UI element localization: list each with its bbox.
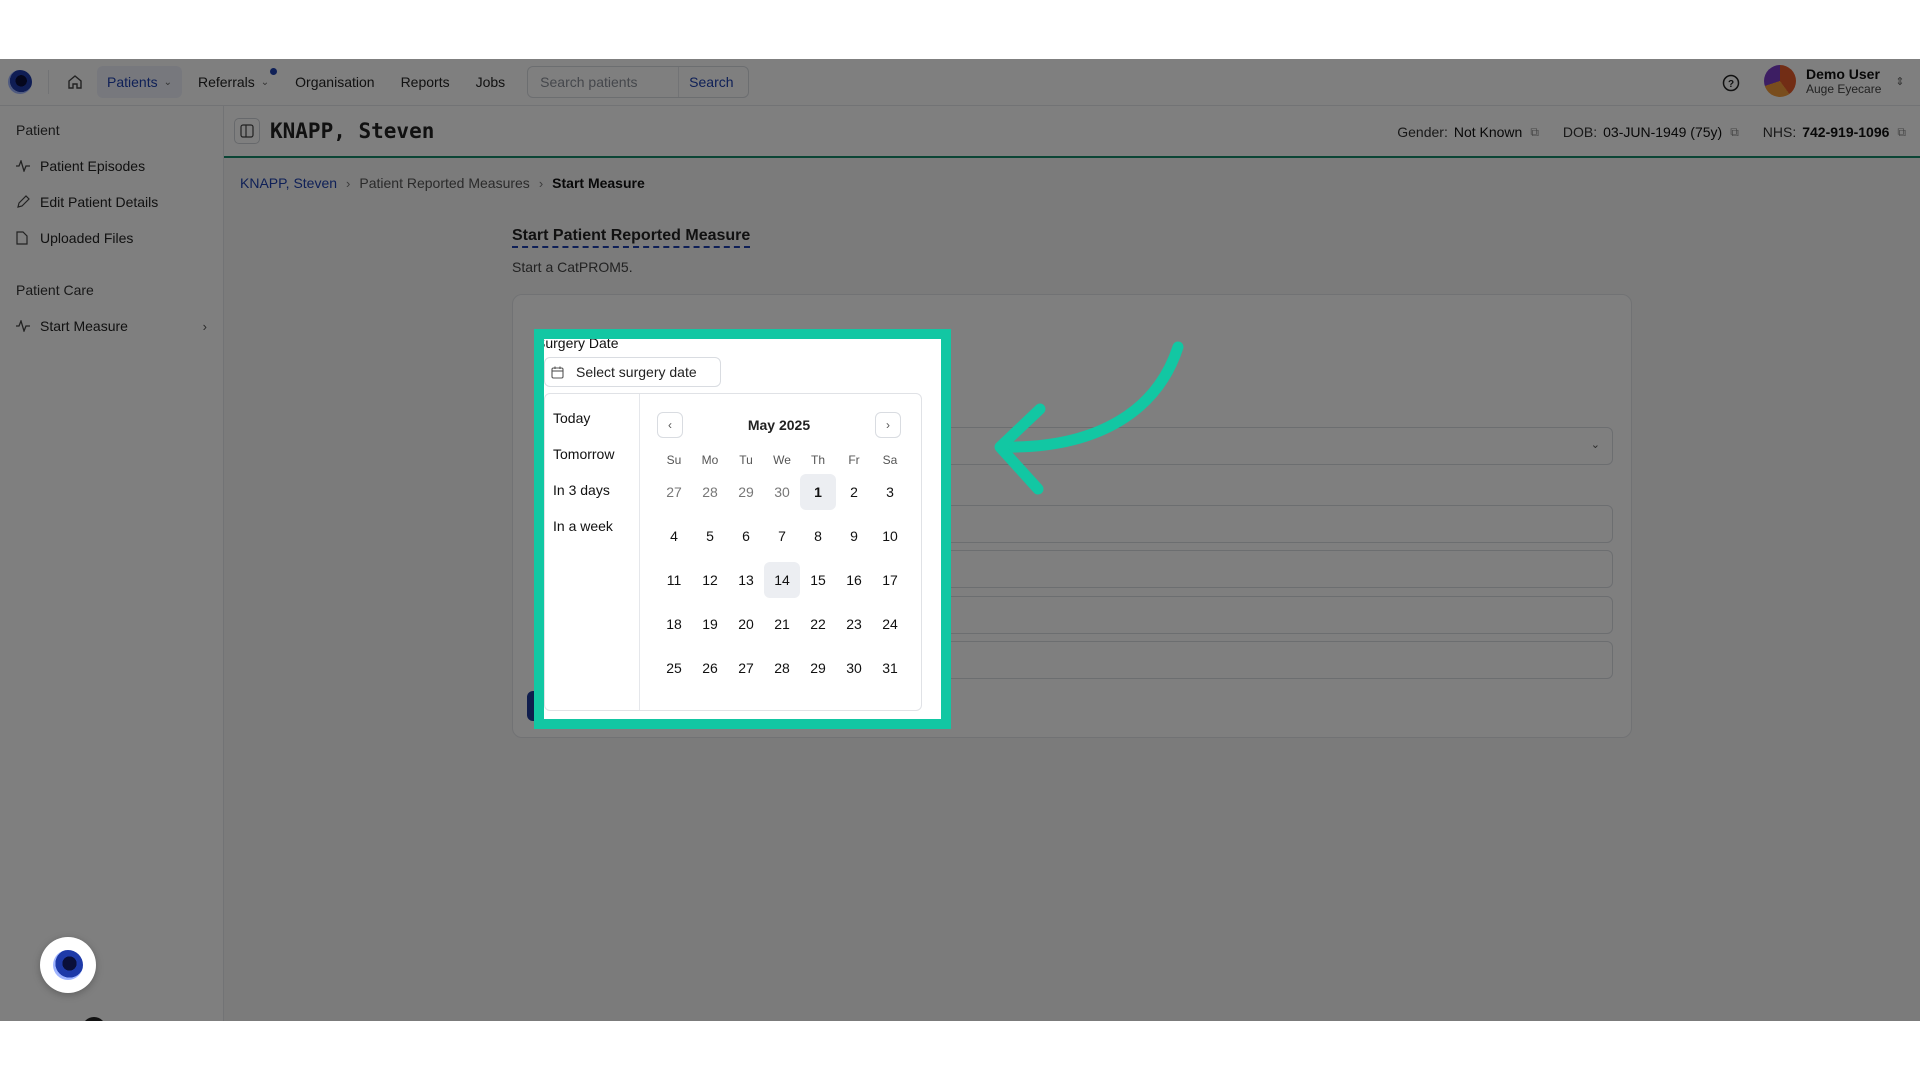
- weekday-label: Mo: [701, 453, 719, 467]
- weekday-label: Sa: [882, 453, 898, 467]
- weekday-label: Su: [666, 453, 682, 467]
- weekday-row: Su Mo Tu We Th Fr Sa: [656, 450, 908, 470]
- calendar-week: 25 26 27 28 29 30 31: [656, 646, 908, 690]
- surgery-date-label: Surgery Date: [536, 335, 619, 351]
- calendar-icon: [551, 366, 564, 379]
- app-frame: Patients ⌄ Referrals ⌄ Organisation Repo…: [0, 59, 1920, 1021]
- annotation-arrow-icon: [994, 341, 1184, 495]
- calendar-day[interactable]: 29: [728, 474, 764, 510]
- weekday-label: Th: [810, 453, 825, 467]
- calendar-day[interactable]: 27: [728, 650, 764, 686]
- calendar-day[interactable]: 14: [764, 562, 800, 598]
- calendar-header: ‹ May 2025 ›: [657, 412, 901, 438]
- calendar-day[interactable]: 25: [656, 650, 692, 686]
- preset-in-3-days[interactable]: In 3 days: [545, 472, 639, 508]
- calendar-day[interactable]: 7: [764, 518, 800, 554]
- calendar-day[interactable]: 10: [872, 518, 908, 554]
- calendar-day[interactable]: 16: [836, 562, 872, 598]
- calendar: ‹ May 2025 › Su Mo Tu We Th Fr Sa 27 28 29 30 1 2 3 4 5…: [641, 394, 923, 710]
- calendar-day[interactable]: 26: [692, 650, 728, 686]
- calendar-day[interactable]: 3: [872, 474, 908, 510]
- calendar-day[interactable]: 1: [800, 474, 836, 510]
- preset-tomorrow[interactable]: Tomorrow: [545, 436, 639, 472]
- calendar-day[interactable]: 11: [656, 562, 692, 598]
- assistant-widget[interactable]: [40, 937, 96, 993]
- calendar-day[interactable]: 31: [872, 650, 908, 686]
- submit-button-edge: [544, 721, 586, 725]
- highlight-box: Surgery Date Select surgery date Today T…: [534, 329, 951, 729]
- calendar-day[interactable]: 9: [836, 518, 872, 554]
- calendar-day[interactable]: 19: [692, 606, 728, 642]
- chevron-left-icon[interactable]: ‹: [657, 412, 683, 438]
- calendar-day[interactable]: 24: [872, 606, 908, 642]
- calendar-day[interactable]: 30: [836, 650, 872, 686]
- chevron-right-icon[interactable]: ›: [875, 412, 901, 438]
- calendar-week: 11 12 13 14 15 16 17: [656, 558, 908, 602]
- logo-icon: [53, 950, 83, 980]
- calendar-day[interactable]: 17: [872, 562, 908, 598]
- calendar-grid: Su Mo Tu We Th Fr Sa 27 28 29 30 1 2 3 4 5 6 7 8 9 10 11 12 13 1…: [656, 450, 908, 690]
- surgery-date-button[interactable]: Select surgery date: [544, 357, 721, 387]
- surgery-date-button-label: Select surgery date: [576, 364, 697, 380]
- calendar-day[interactable]: 20: [728, 606, 764, 642]
- weekday-label: Tu: [739, 453, 753, 467]
- calendar-day[interactable]: 8: [800, 518, 836, 554]
- calendar-day[interactable]: 21: [764, 606, 800, 642]
- weekday-label: Fr: [848, 453, 860, 467]
- date-picker-popover: Today Tomorrow In 3 days In a week ‹ May…: [544, 393, 922, 711]
- calendar-day[interactable]: 28: [764, 650, 800, 686]
- calendar-week: 18 19 20 21 22 23 24: [656, 602, 908, 646]
- calendar-day[interactable]: 12: [692, 562, 728, 598]
- calendar-day[interactable]: 5: [692, 518, 728, 554]
- calendar-day[interactable]: 23: [836, 606, 872, 642]
- calendar-day[interactable]: 4: [656, 518, 692, 554]
- preset-in-a-week[interactable]: In a week: [545, 508, 639, 544]
- date-presets: Today Tomorrow In 3 days In a week: [545, 394, 640, 710]
- calendar-day[interactable]: 27: [656, 474, 692, 510]
- calendar-day[interactable]: 15: [800, 562, 836, 598]
- weekday-label: We: [773, 453, 791, 467]
- calendar-day[interactable]: 18: [656, 606, 692, 642]
- calendar-day[interactable]: 13: [728, 562, 764, 598]
- dim-overlay: [0, 59, 1920, 1021]
- calendar-day[interactable]: 29: [800, 650, 836, 686]
- calendar-week: 4 5 6 7 8 9 10: [656, 514, 908, 558]
- calendar-day[interactable]: 28: [692, 474, 728, 510]
- calendar-week: 27 28 29 30 1 2 3: [656, 470, 908, 514]
- calendar-day[interactable]: 2: [836, 474, 872, 510]
- calendar-day[interactable]: 22: [800, 606, 836, 642]
- preset-today[interactable]: Today: [545, 400, 639, 436]
- calendar-day[interactable]: 6: [728, 518, 764, 554]
- calendar-month: May 2025: [747, 417, 811, 433]
- calendar-day[interactable]: 30: [764, 474, 800, 510]
